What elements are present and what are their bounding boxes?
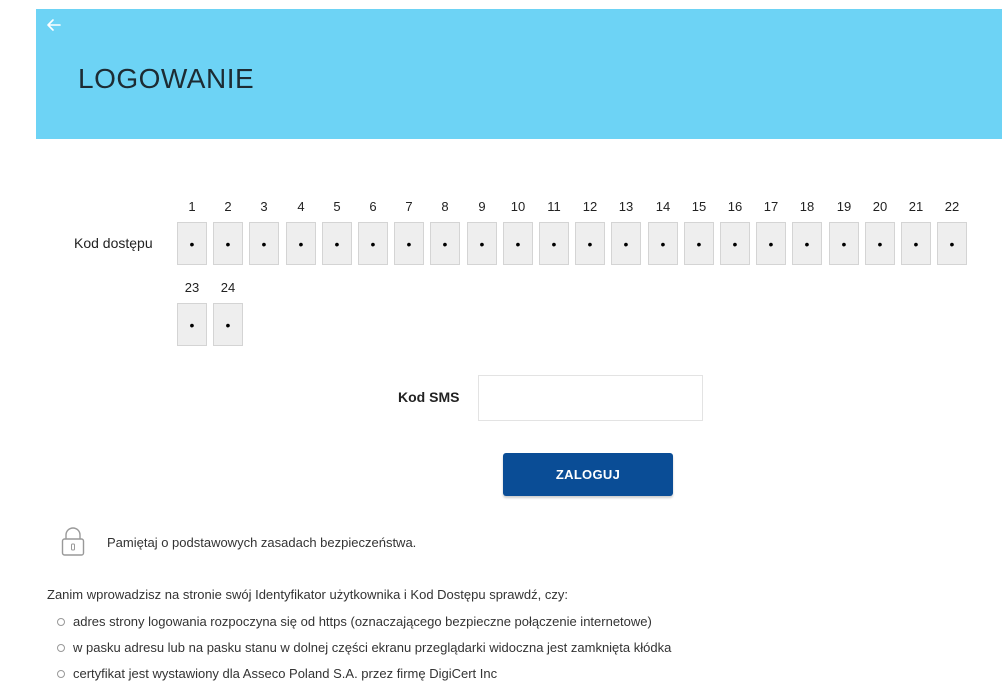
code-position-number: 13 bbox=[618, 199, 634, 214]
code-position-number: 19 bbox=[836, 199, 852, 214]
code-digit-field[interactable]: • bbox=[901, 222, 931, 265]
code-digit-field[interactable]: • bbox=[177, 303, 207, 346]
code-digit-field[interactable]: • bbox=[286, 222, 316, 265]
code-digit-field[interactable]: • bbox=[829, 222, 859, 265]
code-position-number: 10 bbox=[510, 199, 526, 214]
code-digit-field[interactable]: • bbox=[249, 222, 279, 265]
login-button[interactable]: ZALOGUJ bbox=[503, 453, 673, 496]
code-position-number: 6 bbox=[369, 199, 377, 214]
check-text: w pasku adresu lub na pasku stanu w doln… bbox=[73, 640, 672, 655]
check-text: certyfikat jest wystawiony dla Asseco Po… bbox=[73, 666, 498, 681]
code-digit-field[interactable]: • bbox=[611, 222, 641, 265]
code-digit-field[interactable]: • bbox=[684, 222, 714, 265]
security-note: Pamiętaj o podstawowych zasadach bezpiec… bbox=[107, 535, 417, 550]
code-position-number: 15 bbox=[691, 199, 707, 214]
code-position-number: 4 bbox=[297, 199, 305, 214]
code-position-number: 5 bbox=[333, 199, 341, 214]
arrow-left-icon[interactable] bbox=[44, 15, 64, 35]
code-digit-field[interactable]: • bbox=[358, 222, 388, 265]
code-position-number: 22 bbox=[944, 199, 960, 214]
code-position-number: 12 bbox=[582, 199, 598, 214]
security-check-list: adres strony logowania rozpoczyna się od… bbox=[47, 612, 671, 690]
code-digit-field[interactable]: • bbox=[575, 222, 605, 265]
access-code-label: Kod dostępu bbox=[74, 235, 153, 251]
code-digit-field[interactable]: • bbox=[648, 222, 678, 265]
code-digit-field[interactable]: • bbox=[937, 222, 967, 265]
lock-icon bbox=[61, 527, 85, 556]
code-position-number: 14 bbox=[655, 199, 671, 214]
code-digit-field[interactable]: • bbox=[394, 222, 424, 265]
code-position-number: 11 bbox=[547, 199, 561, 214]
code-position-number: 21 bbox=[908, 199, 924, 214]
circle-bullet-icon bbox=[57, 618, 65, 626]
code-position-number: 8 bbox=[441, 199, 449, 214]
code-position-number: 20 bbox=[872, 199, 888, 214]
circle-bullet-icon bbox=[57, 670, 65, 678]
list-item: w pasku adresu lub na pasku stanu w doln… bbox=[47, 638, 671, 664]
page-title: LOGOWANIE bbox=[78, 63, 255, 94]
code-digit-field[interactable]: • bbox=[756, 222, 786, 265]
code-position-number: 23 bbox=[184, 280, 200, 295]
code-digit-field[interactable]: • bbox=[213, 303, 243, 346]
code-digit-field[interactable]: • bbox=[792, 222, 822, 265]
code-digit-field[interactable]: • bbox=[865, 222, 895, 265]
code-digit-field[interactable]: • bbox=[213, 222, 243, 265]
circle-bullet-icon bbox=[57, 644, 65, 652]
code-digit-field[interactable]: • bbox=[322, 222, 352, 265]
security-intro: Zanim wprowadzisz na stronie swój Identy… bbox=[47, 587, 568, 602]
code-position-number: 2 bbox=[224, 199, 232, 214]
check-text: adres strony logowania rozpoczyna się od… bbox=[73, 614, 652, 629]
code-position-number: 16 bbox=[727, 199, 743, 214]
code-position-number: 9 bbox=[478, 199, 486, 214]
code-digit-field[interactable]: • bbox=[503, 222, 533, 265]
code-position-number: 18 bbox=[799, 199, 815, 214]
code-digit-field[interactable]: • bbox=[539, 222, 569, 265]
code-position-number: 3 bbox=[260, 199, 268, 214]
code-digit-field[interactable]: • bbox=[720, 222, 750, 265]
code-position-number: 1 bbox=[188, 199, 196, 214]
code-digit-field[interactable]: • bbox=[430, 222, 460, 265]
sms-code-input[interactable] bbox=[478, 375, 703, 421]
sms-code-label: Kod SMS bbox=[398, 389, 460, 405]
page-header: LOGOWANIE bbox=[36, 9, 1002, 139]
list-item: certyfikat jest wystawiony dla Asseco Po… bbox=[47, 664, 671, 690]
list-item: adres strony logowania rozpoczyna się od… bbox=[47, 612, 671, 638]
code-position-number: 24 bbox=[220, 280, 236, 295]
code-position-number: 7 bbox=[405, 199, 413, 214]
code-digit-field[interactable]: • bbox=[177, 222, 207, 265]
code-digit-field[interactable]: • bbox=[467, 222, 497, 265]
code-position-number: 17 bbox=[763, 199, 779, 214]
